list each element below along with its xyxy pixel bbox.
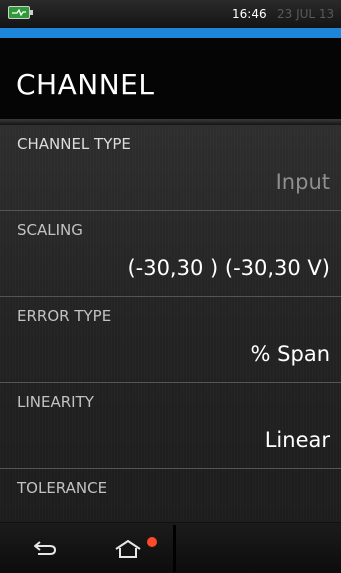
back-arrow-icon [34, 541, 57, 555]
device-screen: 16:46 23 JUL 13 CHANNEL CHANNEL TYPE Inp… [0, 0, 341, 573]
page-title: CHANNEL [16, 68, 155, 101]
nav-separator [173, 525, 176, 572]
item-label-scaling: SCALING [17, 221, 83, 239]
settings-list: CHANNEL TYPE Input SCALING (-30,30 ) (-3… [0, 125, 341, 522]
list-item-scaling[interactable]: SCALING (-30,30 ) (-30,30 V) [0, 211, 341, 297]
item-value-error-type: % Span [250, 342, 330, 366]
home-icon [115, 540, 141, 558]
item-value-scaling: (-30,30 ) (-30,30 V) [127, 256, 330, 280]
item-value-linearity: Linear [264, 428, 330, 452]
bottom-nav-bar [0, 522, 341, 573]
back-button[interactable] [6, 523, 86, 573]
home-button[interactable] [88, 523, 168, 573]
accent-bar [0, 28, 341, 38]
list-item-linearity[interactable]: LINEARITY Linear [0, 383, 341, 469]
item-value-channel-type: Input [275, 170, 330, 194]
item-label-channel-type: CHANNEL TYPE [17, 135, 131, 153]
item-label-tolerance: TOLERANCE [17, 479, 108, 497]
list-item-channel-type[interactable]: CHANNEL TYPE Input [0, 125, 341, 211]
item-label-error-type: ERROR TYPE [17, 307, 112, 325]
status-time: 16:46 [232, 7, 267, 21]
item-label-linearity: LINEARITY [17, 393, 94, 411]
status-bar: 16:46 23 JUL 13 [0, 0, 341, 28]
title-area: CHANNEL [0, 38, 341, 119]
status-date: 23 JUL 13 [277, 7, 335, 21]
notification-dot [147, 537, 157, 547]
battery-charging-icon [8, 6, 33, 19]
list-item-error-type[interactable]: ERROR TYPE % Span [0, 297, 341, 383]
